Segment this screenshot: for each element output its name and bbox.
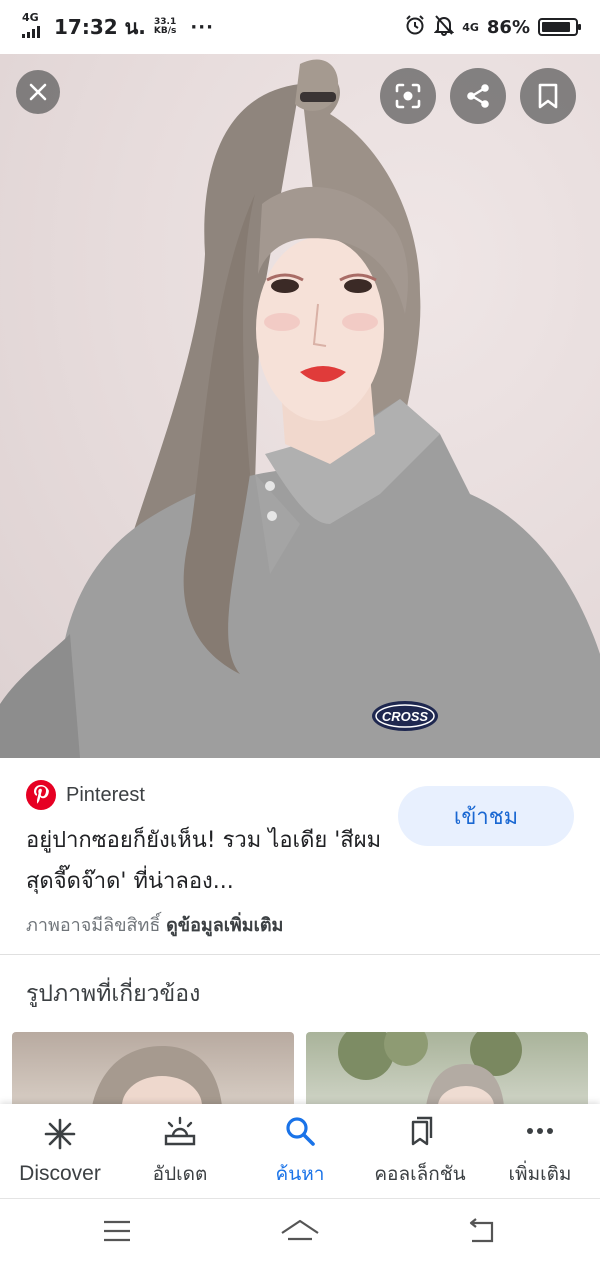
source-row[interactable]: Pinterest — [26, 780, 145, 810]
more-dots-icon — [523, 1114, 557, 1153]
battery-icon — [538, 18, 581, 36]
lens-search-button[interactable] — [380, 68, 436, 124]
source-name: Pinterest — [66, 783, 145, 806]
updates-icon — [162, 1114, 198, 1153]
signal-icon — [22, 25, 40, 38]
patch-text: CROSS — [382, 709, 429, 724]
network-type-right: 4G — [462, 20, 479, 34]
collections-icon — [403, 1114, 437, 1153]
asterisk-icon — [43, 1117, 77, 1156]
nav-label: อัปเดต — [152, 1162, 208, 1185]
home-icon — [281, 1219, 319, 1241]
share-icon — [464, 82, 492, 110]
back-icon — [469, 1218, 494, 1243]
section-divider — [0, 954, 600, 955]
clock: 17:32 น. — [54, 15, 146, 39]
nav-label: ค้นหา — [275, 1162, 325, 1185]
related-images-heading: รูปภาพที่เกี่ยวข้อง — [26, 981, 201, 1007]
nav-updates[interactable]: อัปเดต — [120, 1104, 240, 1198]
nav-discover[interactable]: Discover — [0, 1104, 120, 1198]
related-image-thumbnail[interactable] — [306, 1032, 588, 1106]
mute-notification-icon — [433, 14, 455, 40]
network-speed: 33.1 KB/s — [154, 18, 176, 36]
lens-icon — [393, 81, 423, 111]
nav-label: เพิ่มเติม — [508, 1162, 572, 1185]
bottom-navigation: Discover อัปเดต ค้นหา คอลเล็กชัน เพิ่มเต… — [0, 1104, 600, 1198]
close-button[interactable] — [16, 70, 60, 114]
close-icon — [28, 82, 48, 102]
image-info-panel: Pinterest เข้าชม อยู่ปากซอยก็ยังเห็น! รว… — [0, 758, 600, 954]
status-bar: 4G 17:32 น. 33.1 KB/s ··· 4G 86% — [0, 0, 600, 54]
alarm-icon — [404, 14, 426, 40]
nav-more[interactable]: เพิ่มเติม — [480, 1104, 600, 1198]
network-speed-unit: KB/s — [153, 26, 177, 36]
battery-percent: 86% — [486, 16, 530, 38]
nav-label: Discover — [19, 1161, 101, 1185]
network-type-label: 4G — [22, 10, 39, 24]
network-indicator-left: 4G — [22, 10, 46, 42]
image-viewer[interactable]: CROSS — [0, 54, 600, 758]
image-title[interactable]: อยู่ปากซอยก็ยังเห็น! รวม ไอเดีย 'สีผมสุด… — [26, 820, 386, 902]
nav-label: คอลเล็กชัน — [374, 1162, 466, 1185]
menu-icon — [104, 1220, 130, 1242]
save-to-collection-button[interactable] — [520, 68, 576, 124]
more-info-link[interactable]: ดูข้อมูลเพิ่มเติม — [166, 915, 283, 936]
back-button[interactable] — [466, 1217, 498, 1249]
nav-collections[interactable]: คอลเล็กชัน — [360, 1104, 480, 1198]
pinterest-logo-icon — [26, 780, 56, 810]
search-icon — [283, 1114, 317, 1153]
copyright-notice: ภาพอาจมีลิขสิทธิ์ — [26, 915, 161, 936]
copyright-row: ภาพอาจมีลิขสิทธิ์ ดูข้อมูลเพิ่มเติม — [26, 910, 283, 939]
system-navigation-bar — [0, 1198, 600, 1267]
recent-apps-button[interactable] — [102, 1217, 132, 1249]
notification-more: ··· — [190, 16, 214, 38]
nav-search[interactable]: ค้นหา — [240, 1104, 360, 1198]
visit-button[interactable]: เข้าชม — [398, 786, 574, 846]
related-image-thumbnail[interactable] — [12, 1032, 294, 1106]
bookmark-icon — [537, 83, 559, 109]
main-photo: CROSS — [0, 59, 600, 758]
home-button[interactable] — [280, 1217, 320, 1251]
share-button[interactable] — [450, 68, 506, 124]
